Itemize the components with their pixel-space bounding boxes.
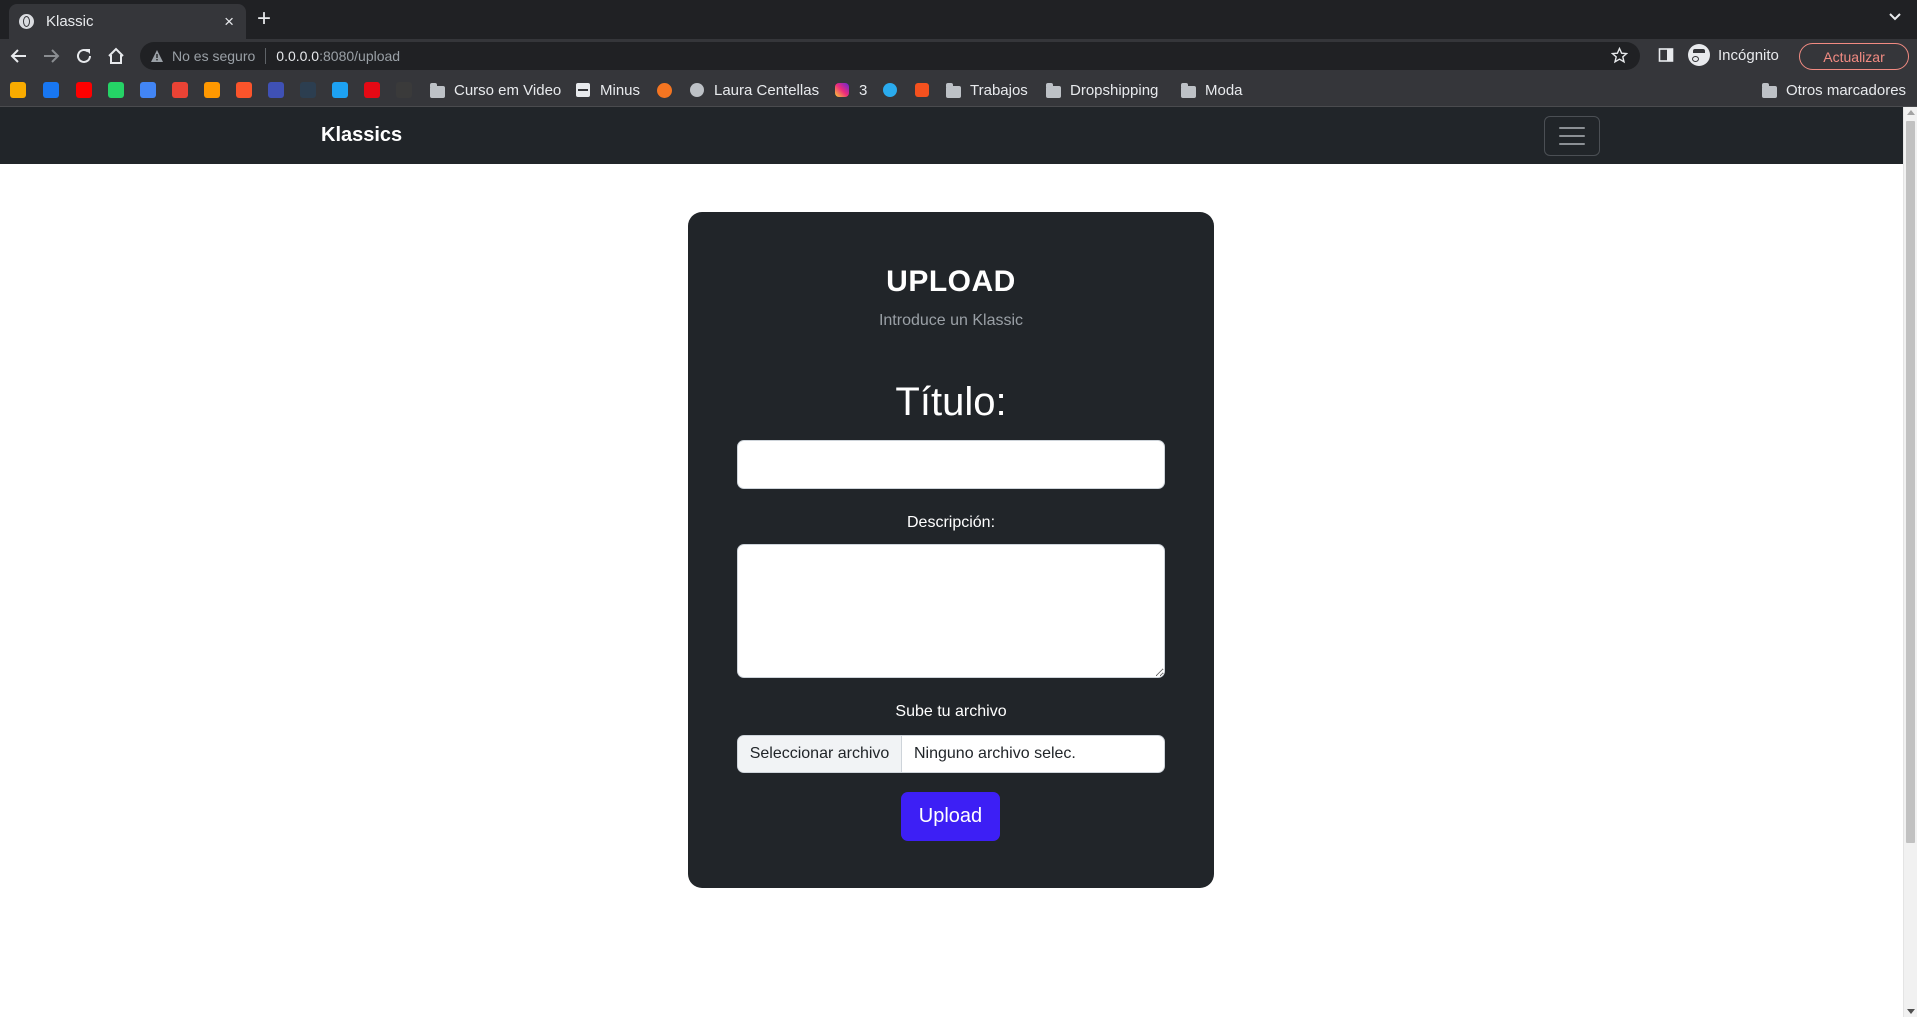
whatsapp-icon[interactable] [108, 82, 124, 98]
title-label: Título: [895, 380, 1007, 424]
file-label: Sube tu archivo [895, 703, 1007, 720]
site-navbar: Klassics [0, 107, 1903, 164]
folder-icon [1046, 83, 1062, 98]
url-path: :8080/upload [319, 48, 401, 64]
page-title: UPLOAD [886, 265, 1016, 298]
incognito-icon [1688, 44, 1710, 66]
incognito-indicator[interactable]: Incógnito [1688, 44, 1779, 66]
reload-icon[interactable] [75, 47, 93, 65]
bookmark-minus[interactable]: Minus [576, 80, 640, 100]
update-button[interactable]: Actualizar [1799, 43, 1909, 70]
app-icon [915, 83, 931, 97]
gmail-icon[interactable] [172, 82, 188, 98]
bookmark-label: Laura Centellas [714, 81, 820, 99]
bookmark-icon-10[interactable] [300, 82, 316, 98]
bookmark-label: Minus [600, 81, 641, 99]
description-label: Descripción: [906, 514, 996, 531]
navbar-menu-toggle[interactable] [1544, 116, 1600, 156]
netflix-icon[interactable] [364, 82, 380, 98]
back-arrow-icon[interactable] [10, 47, 28, 65]
upload-button[interactable]: Upload [901, 792, 1000, 841]
choose-file-button[interactable]: Seleccionar archivo [738, 736, 902, 772]
globe-icon [690, 83, 706, 97]
bookmark-laura-centellas[interactable]: Laura Centellas [690, 80, 819, 100]
file-status: Ninguno archivo selec. [914, 745, 1076, 762]
page-content: Klassics UPLOAD Introduce un Klassic Tít… [0, 107, 1903, 1017]
bookmark-instagram[interactable]: 3 [835, 80, 867, 100]
scroll-down-icon[interactable] [1907, 1009, 1915, 1014]
globe-icon [19, 14, 34, 29]
side-panel-icon[interactable] [1658, 47, 1674, 63]
tab-title: Klassic [46, 13, 94, 30]
warning-icon [150, 49, 164, 63]
bookmark-trabajos[interactable]: Trabajos [946, 80, 1028, 100]
bookmark-label: 3 [859, 81, 868, 99]
bookmark-curso-em-video[interactable]: Curso em Video [430, 80, 561, 100]
minus-icon [576, 83, 592, 97]
folder-icon [1181, 83, 1197, 98]
bookmark-label: Moda [1205, 81, 1243, 99]
hamburger-line [1559, 143, 1585, 145]
bookmark-icon-1[interactable] [10, 82, 26, 98]
url-host: 0.0.0.0 [276, 48, 320, 64]
af-icon[interactable] [396, 82, 412, 98]
site-brand[interactable]: Klassics [321, 124, 402, 147]
bookmark-dropshipping[interactable]: Dropshipping [1046, 80, 1158, 100]
twitter-icon[interactable] [332, 82, 348, 98]
bookmark-icon-7[interactable] [204, 82, 220, 98]
tab-strip: Klassic × + [0, 0, 1917, 39]
bookmark-telegram[interactable] [883, 80, 899, 100]
bookmark-crunchyroll[interactable] [657, 80, 673, 100]
address-bar[interactable]: No es seguro 0.0.0.0 :8080/upload [140, 42, 1640, 70]
folder-icon [430, 83, 446, 98]
incognito-label: Incógnito [1718, 46, 1779, 64]
bookmark-label: Trabajos [970, 81, 1028, 99]
upload-card: UPLOAD Introduce un Klassic Título: Desc… [688, 212, 1214, 888]
page-subtitle: Introduce un Klassic [878, 312, 1024, 329]
security-label[interactable]: No es seguro [172, 48, 255, 64]
hamburger-line [1559, 127, 1585, 129]
forward-arrow-icon[interactable] [42, 47, 60, 65]
browser-tab[interactable]: Klassic × [9, 4, 246, 39]
browser-toolbar: No es seguro 0.0.0.0 :8080/upload Incógn… [0, 39, 1917, 73]
divider [265, 48, 267, 64]
telegram-icon [883, 83, 899, 97]
bookmark-app[interactable] [915, 80, 931, 100]
instagram-icon [835, 83, 851, 97]
folder-icon [1762, 83, 1778, 98]
home-icon[interactable] [107, 47, 125, 65]
youtube-icon[interactable] [76, 82, 92, 98]
bookmark-label: Dropshipping [1070, 81, 1159, 99]
description-textarea[interactable] [737, 544, 1165, 678]
bookmarks-bar: Curso em Video Minus Laura Centellas 3 T… [0, 73, 1917, 107]
new-tab-button[interactable]: + [257, 7, 271, 31]
scroll-up-icon[interactable] [1907, 110, 1915, 115]
file-input[interactable]: Seleccionar archivo Ninguno archivo sele… [737, 735, 1165, 773]
scroll-thumb[interactable] [1906, 121, 1915, 843]
crunchyroll-icon [657, 83, 673, 98]
close-tab-icon[interactable]: × [224, 13, 234, 30]
tab-search-chevron-icon[interactable] [1887, 8, 1903, 24]
bookmark-other-folder[interactable]: Otros marcadores [1762, 80, 1906, 100]
title-input[interactable] [737, 440, 1165, 489]
bookmark-label: Curso em Video [454, 81, 562, 99]
facebook-icon[interactable] [43, 82, 59, 98]
folder-icon [946, 83, 962, 98]
bookmark-star-icon[interactable] [1610, 46, 1629, 64]
brave-icon[interactable] [236, 82, 252, 98]
bookmark-moda[interactable]: Moda [1181, 80, 1243, 100]
page-scrollbar[interactable] [1903, 107, 1917, 1017]
translate-icon[interactable] [140, 82, 156, 98]
hamburger-line [1559, 135, 1585, 137]
bookmark-icon-9[interactable] [268, 82, 284, 98]
bookmark-label: Otros marcadores [1786, 81, 1907, 99]
